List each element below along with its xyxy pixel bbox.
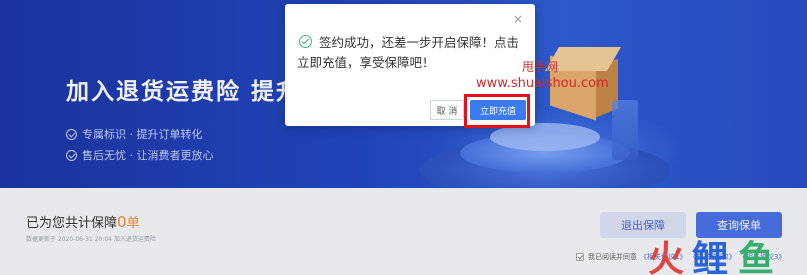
close-icon[interactable]: × bbox=[513, 13, 523, 25]
page: 加入退货运费险 提升店 专属标识 · 提升订单转化 售后无忧 · 让消费者更放心… bbox=[0, 0, 807, 275]
watermark-site-url: www.shuaishou.com bbox=[476, 76, 609, 91]
cancel-button[interactable]: 取 消 bbox=[430, 100, 464, 120]
highlight-box bbox=[464, 94, 530, 128]
watermark-site-name: 甩手网 bbox=[522, 60, 559, 74]
dialog-message: 签约成功，还差一步开启保障！点击立即充值，享受保障吧！ bbox=[297, 35, 520, 70]
